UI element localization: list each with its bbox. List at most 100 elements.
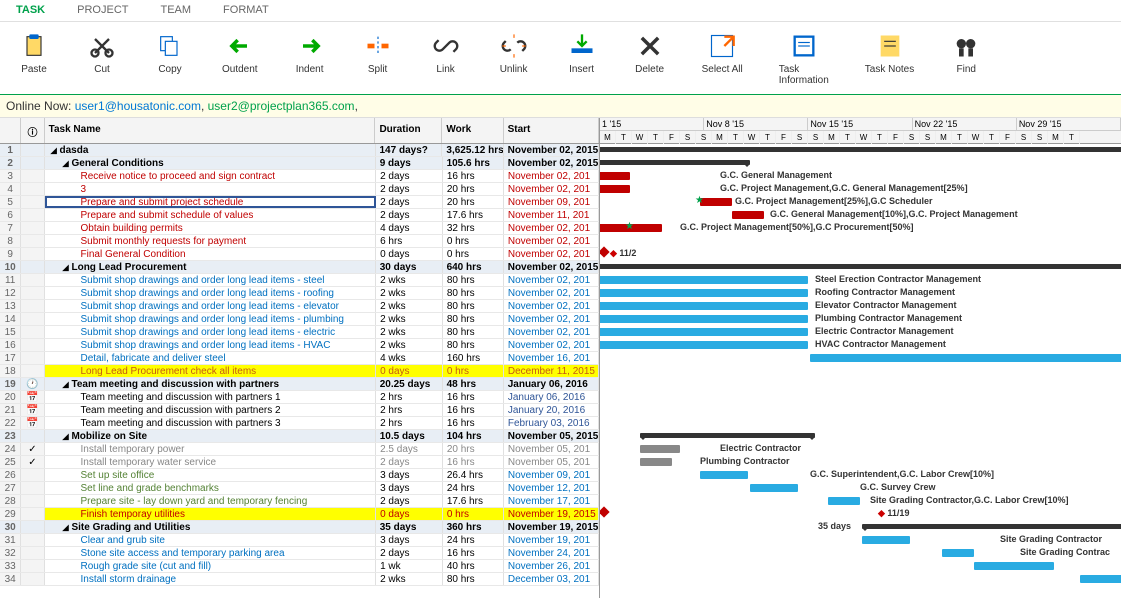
work-cell[interactable]: 24 hrs [443, 482, 504, 494]
gantt-bar[interactable] [600, 341, 808, 349]
work-cell[interactable]: 80 hrs [443, 300, 504, 312]
task-row[interactable]: 15Submit shop drawings and order long le… [0, 326, 599, 339]
gantt-row[interactable]: Site Grading Contractor [600, 534, 1121, 547]
work-cell[interactable]: 26.4 hrs [443, 469, 504, 481]
paste-button[interactable]: Paste [0, 28, 68, 88]
task-row[interactable]: 29Finish temporay utilities0 days0 hrsNo… [0, 508, 599, 521]
online-user-1[interactable]: user1@housatonic.com [75, 99, 201, 113]
duration-cell[interactable]: 2 wks [376, 326, 443, 338]
gantt-row[interactable] [600, 365, 1121, 378]
row-id[interactable]: 9 [0, 248, 21, 260]
row-id[interactable]: 5 [0, 196, 21, 208]
task-row[interactable]: 17Detail, fabricate and deliver steel4 w… [0, 352, 599, 365]
duration-cell[interactable]: 2 wks [376, 573, 443, 585]
row-id[interactable]: 4 [0, 183, 21, 195]
work-cell[interactable]: 80 hrs [443, 573, 504, 585]
work-cell[interactable]: 0 hrs [443, 235, 504, 247]
task-row[interactable]: 30◢ Site Grading and Utilities35 days360… [0, 521, 599, 534]
gantt-row[interactable]: Elevator Contractor Management [600, 300, 1121, 313]
row-id[interactable]: 16 [0, 339, 21, 351]
task-name-cell[interactable]: 3 [45, 183, 377, 195]
start-cell[interactable]: November 09, 201 [504, 196, 599, 208]
task-name-cell[interactable]: Finish temporay utilities [45, 508, 377, 520]
gantt-row[interactable]: G.C. Superintendent,G.C. Labor Crew[10%] [600, 469, 1121, 482]
task-name-cell[interactable]: Obtain building permits [45, 222, 377, 234]
start-cell[interactable]: November 16, 201 [504, 352, 599, 364]
task-row[interactable]: 16Submit shop drawings and order long le… [0, 339, 599, 352]
task-name-cell[interactable]: Final General Condition [45, 248, 377, 260]
row-id[interactable]: 11 [0, 274, 21, 286]
gantt-bar[interactable] [600, 289, 808, 297]
task-row[interactable]: 1◢ dasda147 days?3,625.12 hrsNovember 02… [0, 144, 599, 157]
duration-cell[interactable]: 2 days [376, 209, 443, 221]
insert-button[interactable]: Insert [548, 28, 616, 88]
work-cell[interactable]: 104 hrs [443, 430, 504, 442]
work-cell[interactable]: 20 hrs [443, 443, 504, 455]
task-name-cell[interactable]: Prepare site - lay down yard and tempora… [45, 495, 377, 507]
gantt-bar[interactable] [810, 354, 1121, 362]
work-cell[interactable]: 80 hrs [443, 287, 504, 299]
row-id[interactable]: 1 [0, 144, 21, 156]
row-id[interactable]: 29 [0, 508, 21, 520]
work-cell[interactable]: 40 hrs [443, 560, 504, 572]
gantt-row[interactable]: Roofing Contractor Management [600, 287, 1121, 300]
gantt-row[interactable]: G.C. General Management[10%],G.C. Projec… [600, 209, 1121, 222]
duration-cell[interactable]: 0 days [376, 248, 443, 260]
start-cell[interactable]: November 02, 201 [504, 235, 599, 247]
duration-cell[interactable]: 3 days [376, 534, 443, 546]
gantt-bar[interactable] [600, 315, 808, 323]
start-cell[interactable]: November 05, 2015 [504, 430, 599, 442]
work-cell[interactable]: 80 hrs [443, 326, 504, 338]
gantt-row[interactable]: Plumbing Contractor Management [600, 313, 1121, 326]
row-id[interactable]: 13 [0, 300, 21, 312]
gantt-bar[interactable] [600, 147, 1121, 152]
task-name-cell[interactable]: Install temporary power [45, 443, 377, 455]
copy-button[interactable]: Copy [136, 28, 204, 88]
tab-team[interactable]: TEAM [144, 0, 207, 21]
gantt-row[interactable]: Site Grading Contractor,G.C. Labor Crew[… [600, 495, 1121, 508]
outdent-button[interactable]: Outdent [204, 28, 276, 88]
task-row[interactable]: 33Rough grade site (cut and fill)1 wk40 … [0, 560, 599, 573]
work-cell[interactable]: 24 hrs [443, 534, 504, 546]
work-cell[interactable]: 0 hrs [443, 365, 504, 377]
gantt-bar[interactable] [828, 497, 860, 505]
row-id[interactable]: 14 [0, 313, 21, 325]
gantt-row[interactable]: HVAC Contractor Management [600, 339, 1121, 352]
start-cell[interactable]: November 11, 201 [504, 209, 599, 221]
task-name-cell[interactable]: ◢ dasda [45, 144, 376, 156]
indent-button[interactable]: Indent [276, 28, 344, 88]
task-row[interactable]: 25✓Install temporary water service2 days… [0, 456, 599, 469]
start-cell[interactable]: November 19, 2015 [504, 521, 599, 533]
duration-cell[interactable]: 2 days [376, 196, 443, 208]
gantt-bar[interactable] [600, 246, 610, 257]
start-cell[interactable]: November 12, 201 [504, 482, 599, 494]
start-cell[interactable]: January 06, 2016 [504, 378, 599, 390]
duration-cell[interactable]: 2 days [376, 495, 443, 507]
gantt-row[interactable] [600, 378, 1121, 391]
start-cell[interactable]: November 17, 201 [504, 495, 599, 507]
row-id[interactable]: 7 [0, 222, 21, 234]
start-cell[interactable]: November 02, 2015 [504, 261, 599, 273]
start-cell[interactable]: November 02, 201 [504, 274, 599, 286]
gantt-bar[interactable] [640, 445, 680, 453]
work-cell[interactable]: 16 hrs [443, 547, 504, 559]
col-header-duration[interactable]: Duration [375, 118, 442, 143]
gantt-bar[interactable] [862, 536, 910, 544]
gantt-bar[interactable] [1080, 575, 1121, 583]
row-id[interactable]: 33 [0, 560, 21, 572]
tab-format[interactable]: FORMAT [207, 0, 285, 21]
work-cell[interactable]: 105.6 hrs [443, 157, 504, 169]
start-cell[interactable]: November 02, 201 [504, 170, 599, 182]
duration-cell[interactable]: 2 hrs [376, 391, 443, 403]
work-cell[interactable]: 48 hrs [443, 378, 504, 390]
task-row[interactable]: 10◢ Long Lead Procurement30 days640 hrsN… [0, 261, 599, 274]
start-cell[interactable]: November 05, 201 [504, 456, 599, 468]
row-id[interactable]: 6 [0, 209, 21, 221]
duration-cell[interactable]: 2 hrs [376, 404, 443, 416]
gantt-row[interactable] [600, 261, 1121, 274]
col-header-start[interactable]: Start [504, 118, 599, 143]
task-row[interactable]: 34Install storm drainage2 wks80 hrsDecem… [0, 573, 599, 586]
row-id[interactable]: 31 [0, 534, 21, 546]
gantt-row[interactable]: 10.5 days [600, 430, 1121, 443]
task-name-cell[interactable]: ◢ Site Grading and Utilities [45, 521, 376, 533]
